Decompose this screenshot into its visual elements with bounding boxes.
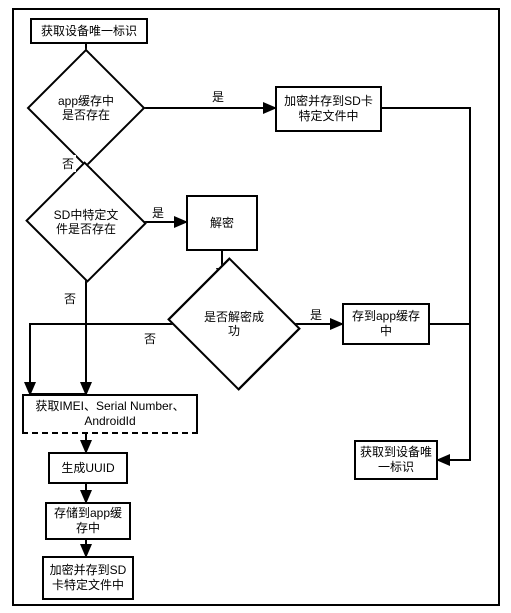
node-encrypt-sd-2: 加密并存到SD卡特定文件中 — [42, 556, 134, 600]
node-encrypt-sd-1-label: 加密并存到SD卡特定文件中 — [281, 94, 376, 124]
node-decrypt-label: 解密 — [210, 216, 234, 231]
node-result-label: 获取到设备唯一标识 — [360, 445, 432, 475]
node-store-cache: 存储到app缓存中 — [45, 502, 131, 540]
decision-app-cache-label: app缓存中是否存在 — [54, 94, 118, 123]
node-get-ids: 获取IMEI、Serial Number、AndroidId — [22, 394, 198, 434]
node-gen-uuid-label: 生成UUID — [61, 461, 114, 476]
node-decrypt: 解密 — [186, 195, 258, 251]
node-start-label: 获取设备唯一标识 — [41, 24, 137, 39]
node-save-cache: 存到app缓存中 — [342, 303, 430, 345]
decision-app-cache: app缓存中是否存在 — [44, 66, 128, 150]
node-encrypt-sd-2-label: 加密并存到SD卡特定文件中 — [48, 563, 128, 593]
edge-label-no-3: 否 — [142, 330, 158, 347]
edge-label-yes-3: 是 — [308, 306, 324, 323]
node-result: 获取到设备唯一标识 — [354, 440, 438, 480]
edge-label-yes-2: 是 — [150, 204, 166, 221]
decision-sd-file: SD中特定文件是否存在 — [42, 180, 130, 264]
node-get-ids-label: 获取IMEI、Serial Number、AndroidId — [28, 399, 192, 429]
node-gen-uuid: 生成UUID — [48, 452, 128, 484]
decision-decrypt-ok-label: 是否解密成功 — [200, 310, 268, 339]
flowchart-stage: 获取设备唯一标识 app缓存中是否存在 加密并存到SD卡特定文件中 SD中特定文… — [0, 0, 511, 613]
edge-label-no-2: 否 — [62, 290, 78, 307]
decision-decrypt-ok: 是否解密成功 — [190, 280, 278, 368]
edge-label-yes-1: 是 — [210, 88, 226, 105]
decision-sd-file-label: SD中特定文件是否存在 — [52, 208, 120, 237]
edge-label-no-1: 否 — [60, 155, 76, 172]
node-store-cache-label: 存储到app缓存中 — [51, 506, 125, 536]
node-encrypt-sd-1: 加密并存到SD卡特定文件中 — [275, 86, 382, 132]
node-start: 获取设备唯一标识 — [30, 18, 148, 44]
node-save-cache-label: 存到app缓存中 — [348, 309, 424, 339]
